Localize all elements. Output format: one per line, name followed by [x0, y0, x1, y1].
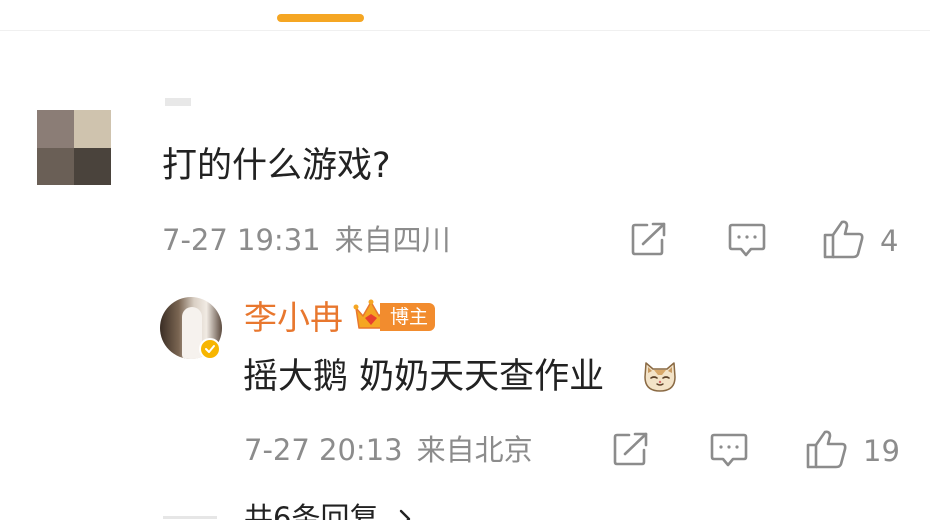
active-tab-indicator	[277, 14, 364, 22]
more-replies-label: 共6条回复	[244, 501, 379, 520]
reply-like-icon[interactable]	[806, 429, 848, 469]
header-divider	[0, 30, 930, 31]
more-replies-link[interactable]: 共6条回复	[244, 500, 412, 520]
reply-location: 来自北京	[416, 433, 533, 467]
verified-badge-icon	[199, 338, 221, 360]
comment-time: 7-27 19:31	[162, 223, 321, 257]
blogger-badge: 博主	[380, 303, 436, 331]
more-replies-divider	[163, 516, 217, 519]
cat-emoji-icon	[641, 357, 679, 399]
comment-meta: 7-27 19:31 来自四川	[162, 222, 451, 258]
reply-author-name[interactable]: 李小冉	[244, 296, 343, 340]
commenter-name-blurred[interactable]	[165, 98, 191, 106]
comment-text: 打的什么游戏?	[162, 146, 391, 186]
reply-share-icon[interactable]	[613, 432, 649, 466]
like-icon[interactable]	[823, 219, 865, 259]
reply-meta: 7-27 20:13 来自北京	[244, 432, 533, 468]
reply-time: 7-27 20:13	[244, 433, 403, 467]
weibo-comment-page: 打的什么游戏? 7-27 19:31 来自四川 4 李小冉 博主 摇大鹅 奶奶天…	[0, 0, 930, 520]
reply-like-count: 19	[863, 434, 900, 468]
like-count: 4	[880, 224, 899, 258]
chevron-right-icon	[398, 502, 412, 520]
comment-location: 来自四川	[334, 223, 451, 257]
share-icon[interactable]	[631, 222, 667, 256]
reply-comment-icon[interactable]	[710, 433, 748, 467]
reply-text: 摇大鹅 奶奶天天查作业	[243, 357, 605, 397]
comment-icon[interactable]	[728, 223, 766, 257]
commenter-avatar[interactable]	[37, 110, 111, 185]
